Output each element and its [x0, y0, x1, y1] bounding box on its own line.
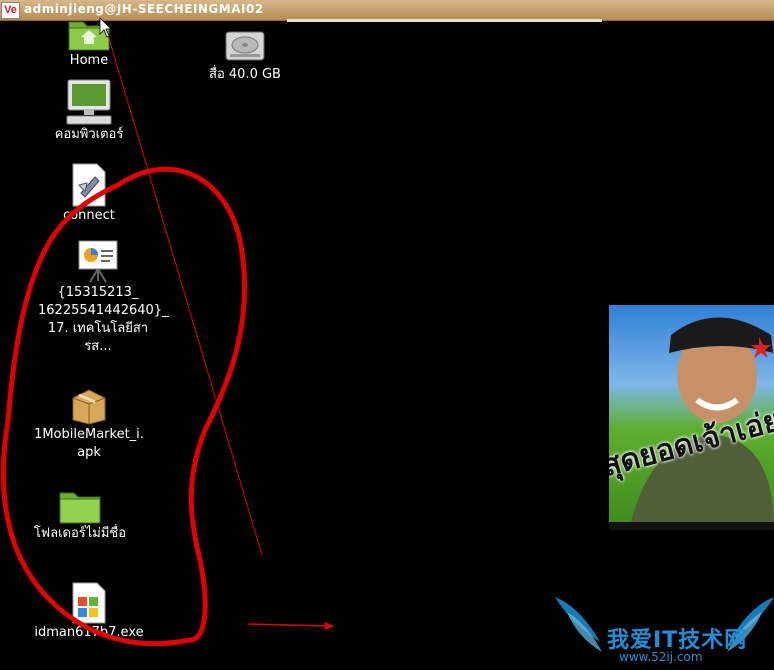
script-file-icon [72, 163, 106, 207]
desktop-icon-label: สื่อ 40.0 GB [209, 67, 281, 82]
desktop-icon-label: 17. เทคโนโลยีสารส... [47, 321, 149, 354]
desktop-icon-computer[interactable]: คอมพิวเตอร์ [29, 78, 149, 144]
desktop-icon-label: 1MobileMarket_i. [34, 427, 144, 442]
desktop-icon-drive[interactable]: สื่อ 40.0 GB [185, 26, 305, 84]
red-arrow-head-icon [325, 622, 334, 630]
presentation-icon [78, 240, 118, 283]
desktop-icon-home[interactable]: Home [29, 16, 149, 70]
windows-executable-icon [72, 582, 106, 624]
desktop-icon-untitled-folder[interactable]: โฟลเดอร์ไม่มีชื่อ [20, 489, 140, 543]
desktop-icon-label: idman617b7.exe [34, 625, 144, 640]
wallpaper-footer [609, 522, 774, 530]
desktop-icon-label: คอมพิวเตอร์ [54, 127, 124, 142]
desktop-icon-label: 16225541442640}_ [38, 303, 169, 318]
watermark-url: www.52ij.com [619, 650, 703, 664]
home-folder-icon [68, 21, 110, 51]
desktop-icon-connect[interactable]: connect [29, 163, 149, 225]
desktop-icon-label: apk [77, 445, 101, 460]
desktop-icon-label: Home [69, 53, 109, 68]
vnc-logo-icon: Ve [1, 2, 20, 19]
desktop-icon-presentation[interactable]: {15315213_ 16225541442640}_ 17. เทคโนโลย… [38, 238, 169, 356]
desktop-icon-label: {15315213_ [57, 285, 139, 300]
site-watermark: 我爱IT技术网 www.52ij.com [555, 592, 774, 670]
wallpaper-photo: สุดยอดเจ้าเอ่ย [609, 305, 774, 530]
desktop-icon-apk[interactable]: 1MobileMarket_i. apk [29, 386, 149, 462]
desktop-icon-exe[interactable]: idman617b7.exe [29, 582, 149, 642]
window-title: adminjieng@JH-SEECHEINGMAI02 [24, 2, 264, 16]
computer-icon [66, 79, 112, 125]
desktop-icon-label: connect [63, 208, 115, 223]
hard-drive-icon [225, 31, 265, 61]
red-arrow-line [247, 623, 331, 627]
package-box-icon [72, 389, 106, 425]
desktop-icon-label: โฟลเดอร์ไม่มีชื่อ [33, 526, 127, 541]
top-panel-strip [287, 19, 602, 22]
folder-icon [59, 492, 101, 524]
